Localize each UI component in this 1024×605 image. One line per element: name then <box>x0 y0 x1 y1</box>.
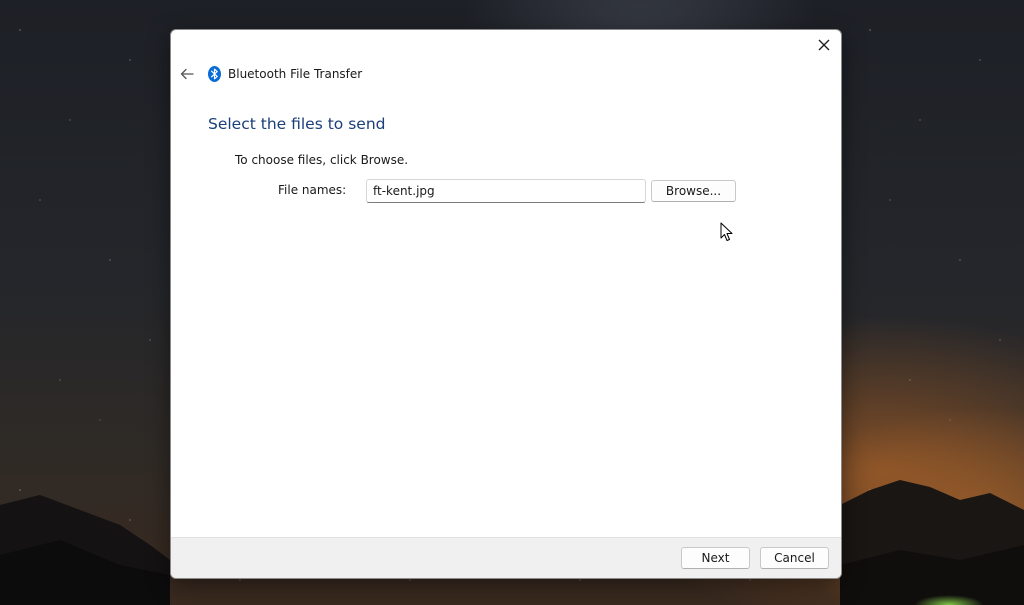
close-button[interactable] <box>807 30 841 60</box>
desktop-background: Bluetooth File Transfer Select the files… <box>0 0 1024 605</box>
page-heading: Select the files to send <box>208 115 386 133</box>
back-button[interactable] <box>177 64 197 84</box>
file-names-label: File names: <box>278 183 347 197</box>
cancel-button[interactable]: Cancel <box>760 547 829 569</box>
back-arrow-icon <box>180 68 194 80</box>
dialog-header: Bluetooth File Transfer <box>177 64 362 84</box>
bluetooth-icon <box>207 66 221 82</box>
next-button[interactable]: Next <box>681 547 750 569</box>
dialog-footer: Next Cancel <box>171 537 841 578</box>
file-names-input[interactable] <box>366 179 646 203</box>
dialog-title: Bluetooth File Transfer <box>228 67 363 81</box>
close-icon <box>818 39 830 51</box>
bluetooth-file-transfer-dialog: Bluetooth File Transfer Select the files… <box>170 29 842 579</box>
instruction-text: To choose files, click Browse. <box>235 153 409 167</box>
browse-button[interactable]: Browse... <box>651 180 736 202</box>
